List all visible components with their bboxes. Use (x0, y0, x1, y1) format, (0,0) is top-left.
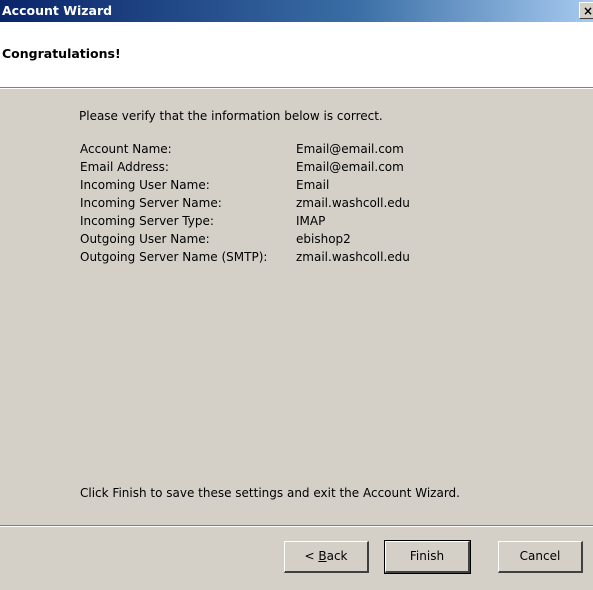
row-value: Email@email.com (296, 160, 404, 174)
row-value: zmail.washcoll.edu (296, 196, 410, 210)
close-button[interactable]: × (579, 2, 593, 19)
row-label: Account Name: (80, 142, 172, 156)
summary-row: Incoming User Name: Email (78, 176, 412, 194)
page-heading: Congratulations! (2, 46, 121, 61)
outro-text: Click Finish to save these settings and … (80, 486, 460, 500)
back-button-rest: ack (326, 549, 348, 563)
title-bar: Account Wizard × (0, 0, 593, 22)
row-label: Incoming Server Name: (80, 196, 222, 210)
close-icon: × (582, 4, 593, 18)
row-label: Incoming User Name: (80, 178, 210, 192)
button-separator (0, 525, 593, 527)
window-title: Account Wizard (2, 3, 113, 18)
account-summary-table: Account Name: Email@email.com Email Addr… (78, 140, 412, 266)
summary-row: Email Address: Email@email.com (78, 158, 412, 176)
row-value: Email@email.com (296, 142, 404, 156)
summary-row: Account Name: Email@email.com (78, 140, 412, 158)
finish-button[interactable]: Finish (384, 540, 471, 574)
cancel-button[interactable]: Cancel (498, 541, 583, 573)
summary-row: Incoming Server Type: IMAP (78, 212, 412, 230)
intro-text: Please verify that the information below… (79, 109, 383, 123)
summary-row: Incoming Server Name: zmail.washcoll.edu (78, 194, 412, 212)
cancel-button-label: Cancel (519, 549, 561, 563)
summary-row: Outgoing Server Name (SMTP): zmail.washc… (78, 248, 412, 266)
back-button[interactable]: < Back (284, 541, 369, 573)
header-divider (0, 88, 593, 89)
wizard-header: Congratulations! (0, 22, 593, 88)
row-label: Email Address: (80, 160, 169, 174)
row-value: zmail.washcoll.edu (296, 250, 410, 264)
row-label: Incoming Server Type: (80, 214, 214, 228)
row-value: Email (296, 178, 330, 192)
finish-button-label: Finish (409, 549, 445, 563)
row-label: Outgoing Server Name (SMTP): (80, 250, 268, 264)
row-label: Outgoing User Name: (80, 232, 210, 246)
back-button-prefix: < (304, 549, 319, 563)
row-value: ebishop2 (296, 232, 351, 246)
back-button-accel: B (318, 549, 327, 563)
row-value: IMAP (296, 214, 326, 228)
summary-row: Outgoing User Name: ebishop2 (78, 230, 412, 248)
